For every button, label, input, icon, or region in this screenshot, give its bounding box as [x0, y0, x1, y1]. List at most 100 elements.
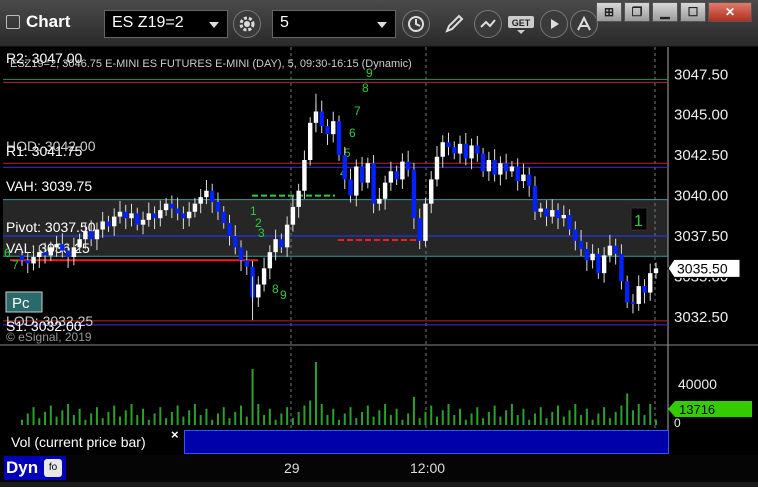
- candle-body: [290, 206, 296, 225]
- dynamic-settings-icon[interactable]: fo: [44, 459, 62, 477]
- candle-body: [267, 252, 273, 269]
- candle-body: [112, 216, 117, 227]
- candle-body: [642, 286, 647, 293]
- window-title: Chart: [6, 12, 70, 32]
- td-count-number: 7: [354, 104, 361, 118]
- candle-body: [60, 244, 65, 251]
- candle-body: [284, 224, 290, 248]
- candle-body: [37, 252, 42, 258]
- candle-body: [83, 231, 88, 240]
- candle-body: [192, 203, 198, 212]
- candle-body: [175, 208, 180, 214]
- chart-panel[interactable]: R2: 3047.00 HOD: 3042.00 R1: 3041.75 VAH: 3…: [0, 47, 758, 482]
- candle-body: [215, 202, 221, 212]
- time-label-29: 29: [284, 460, 300, 476]
- td-count-number: 3: [258, 226, 265, 240]
- close-icon[interactable]: ×: [171, 427, 179, 442]
- close-icon[interactable]: ✕: [708, 2, 752, 22]
- candle-body: [186, 211, 192, 219]
- candle-body: [152, 213, 157, 219]
- candle-body: [106, 221, 111, 227]
- candle-body: [221, 211, 226, 224]
- study-line-icon[interactable]: [474, 10, 502, 38]
- td-count-number: 9: [280, 288, 287, 302]
- candle-body: [636, 286, 641, 304]
- candle-body: [94, 229, 100, 240]
- candle-body: [336, 121, 342, 156]
- candle-body: [596, 253, 601, 274]
- candle-body: [613, 245, 618, 254]
- window-grip-icon[interactable]: [6, 15, 20, 29]
- candle-body: [163, 203, 169, 211]
- settings-gear-icon[interactable]: [233, 10, 261, 38]
- candle-body: [509, 166, 515, 172]
- alert-icon[interactable]: [570, 10, 598, 38]
- candle-body: [394, 171, 399, 180]
- price-axis-label: 3045.00: [674, 107, 728, 124]
- candle-body: [503, 163, 509, 172]
- td-count-number: 6: [4, 246, 11, 260]
- candle-body: [527, 174, 532, 186]
- candle-body: [117, 211, 123, 217]
- play-icon[interactable]: [540, 10, 568, 38]
- candle-body: [359, 166, 365, 183]
- candle-body: [19, 255, 25, 261]
- candle-body: [388, 171, 394, 183]
- candle-body: [48, 247, 54, 256]
- candle-body: [578, 240, 584, 249]
- candle-body: [331, 121, 336, 135]
- restore-window-icon[interactable]: ❐: [624, 2, 650, 22]
- pencil-draw-icon[interactable]: [440, 10, 468, 38]
- candle-body: [417, 218, 422, 241]
- candle-body: [129, 213, 134, 219]
- candle-body: [498, 163, 503, 175]
- price-axis-label: 3042.50: [674, 147, 728, 164]
- candle-body: [100, 221, 105, 230]
- link-window-icon[interactable]: ⊞: [596, 2, 622, 22]
- candle-body: [457, 143, 463, 154]
- candle-body: [515, 166, 520, 182]
- candle-body: [544, 208, 549, 217]
- td-count-number: 8: [362, 81, 369, 95]
- svg-text:GET: GET: [512, 18, 531, 28]
- candle-body: [296, 190, 301, 207]
- candle-body: [319, 111, 324, 127]
- candle-body: [371, 163, 376, 204]
- volume-scale-bottom: 0: [674, 416, 681, 430]
- candle-body: [555, 210, 561, 219]
- esignal-watermark: © eSignal, 2019: [6, 330, 92, 344]
- maximize-icon[interactable]: ☐: [680, 2, 706, 22]
- clock-icon[interactable]: [402, 10, 430, 38]
- title-bar: Chart ES Z19=2 5 GET ⊞ ❐ ▁ ☐ ✕: [0, 0, 758, 47]
- candle-body: [261, 268, 267, 285]
- candle-body: [446, 142, 451, 148]
- get-data-icon[interactable]: GET: [506, 10, 536, 38]
- candle-body: [342, 155, 347, 180]
- current-price-tag: 3035.50: [667, 258, 741, 278]
- candle-body: [204, 190, 209, 198]
- candle-body: [158, 210, 163, 219]
- chevron-down-icon: [377, 22, 387, 28]
- candle-body: [42, 252, 48, 256]
- level-label-val: VAL: 3036.25: [6, 240, 90, 256]
- volume-study-label[interactable]: Vol (current price bar): [3, 430, 181, 454]
- minimize-icon[interactable]: ▁: [652, 2, 678, 22]
- volume-study-bar: [184, 430, 669, 454]
- interval-dropdown[interactable]: 5: [272, 10, 396, 38]
- candle-body: [463, 143, 468, 159]
- candle-body: [354, 166, 359, 196]
- symbol-dropdown[interactable]: ES Z19=2: [104, 10, 228, 38]
- price-chart[interactable]: R2: 3047.00HOD: 3042.00R1: 3041.75VAH: 3…: [0, 47, 758, 482]
- candle-body: [486, 160, 492, 172]
- candle-body: [88, 231, 94, 240]
- volume-current-text: 13716: [679, 402, 715, 417]
- candle-body: [411, 169, 417, 219]
- candle-body: [400, 161, 405, 180]
- pc-badge-text: Pc: [12, 295, 30, 312]
- candle-body: [624, 281, 630, 303]
- interval-value: 5: [280, 14, 289, 31]
- price-axis-label: 3032.50: [674, 309, 728, 326]
- time-label-noon: 12:00: [410, 460, 446, 476]
- pc-badge[interactable]: Pc: [5, 291, 43, 313]
- candle-body: [573, 229, 578, 241]
